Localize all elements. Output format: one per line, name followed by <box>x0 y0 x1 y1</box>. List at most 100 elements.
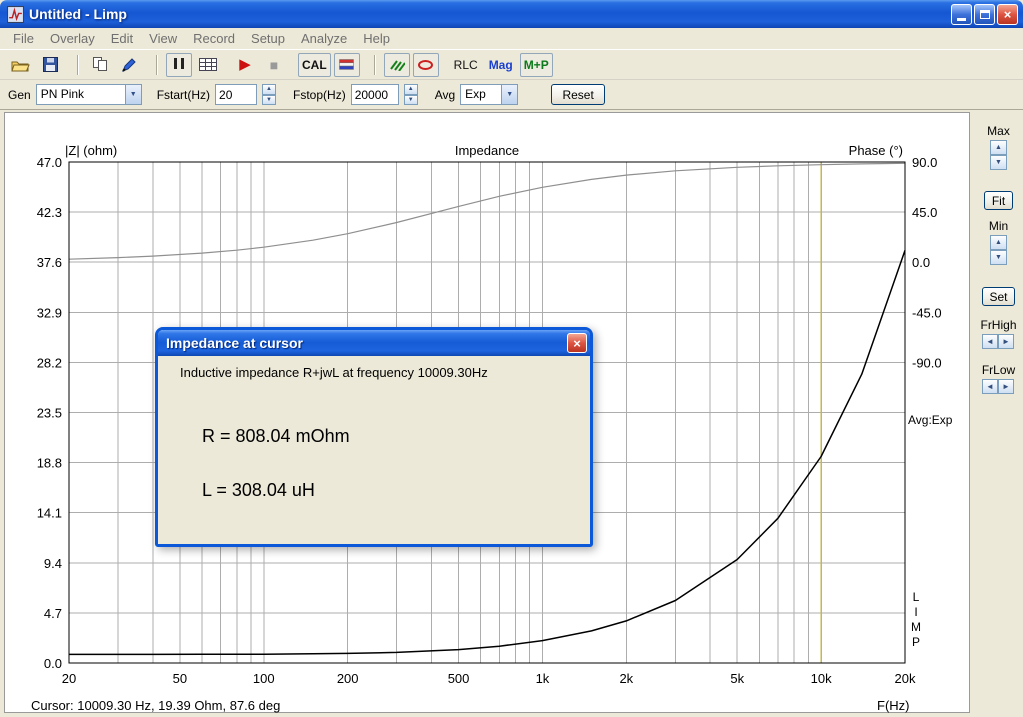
red-oval-icon <box>418 59 434 70</box>
impedance-at-cursor-dialog[interactable]: Impedance at cursor × Inductive impedanc… <box>155 327 593 547</box>
fstart-down-button[interactable]: ▼ <box>262 94 277 105</box>
flag-button[interactable] <box>333 52 360 77</box>
chevron-down-icon[interactable]: ▼ <box>124 85 141 104</box>
svg-text:23.5: 23.5 <box>37 406 62 421</box>
svg-text:9.4: 9.4 <box>44 556 62 571</box>
fstop-input[interactable] <box>350 84 399 105</box>
svg-text:14.1: 14.1 <box>37 506 62 521</box>
table-button[interactable] <box>195 53 221 77</box>
reset-button[interactable]: Reset <box>551 84 606 105</box>
right-arrow-icon: ► <box>1002 337 1010 346</box>
svg-text:0.0: 0.0 <box>44 656 62 671</box>
stop-button[interactable]: ■ <box>261 53 287 77</box>
avg-select[interactable]: Exp ▼ <box>460 84 519 105</box>
frlow-left-button[interactable]: ◄ <box>982 379 998 394</box>
svg-text:20k: 20k <box>895 671 916 686</box>
max-down-button[interactable]: ▼ <box>990 155 1007 170</box>
fstart-input[interactable] <box>215 84 258 105</box>
svg-text:42.3: 42.3 <box>37 205 62 220</box>
close-button[interactable]: × <box>997 3 1018 25</box>
svg-text:20: 20 <box>62 671 76 686</box>
down-arrow-icon: ▼ <box>995 254 1002 261</box>
pause-button[interactable] <box>166 52 192 77</box>
min-down-button[interactable]: ▼ <box>990 250 1007 265</box>
generator-value: PN Pink <box>40 87 85 101</box>
svg-text:100: 100 <box>253 671 275 686</box>
fstart-up-button[interactable]: ▲ <box>262 84 277 95</box>
min-label: Min <box>988 219 1009 233</box>
toolbar: ▶ ■ CAL RLC Mag M+P <box>0 49 1023 80</box>
down-arrow-icon: ▼ <box>266 96 272 103</box>
fstop-up-button[interactable]: ▲ <box>403 84 418 95</box>
menu-setup[interactable]: Setup <box>243 29 293 48</box>
toolbar-separator <box>373 54 376 75</box>
title-bar[interactable]: Untitled - Limp × <box>0 0 1023 28</box>
maximize-icon <box>979 9 990 19</box>
open-button[interactable] <box>7 53 34 77</box>
svg-text:37.6: 37.6 <box>37 255 62 270</box>
fit-button[interactable]: Fit <box>984 191 1013 210</box>
cal-button[interactable]: CAL <box>298 52 331 77</box>
menu-view[interactable]: View <box>141 29 185 48</box>
menu-analyze[interactable]: Analyze <box>293 29 355 48</box>
save-button[interactable] <box>37 53 63 77</box>
oval-button[interactable] <box>412 52 439 77</box>
svg-text:10k: 10k <box>811 671 832 686</box>
min-up-button[interactable]: ▲ <box>990 235 1007 250</box>
play-icon: ▶ <box>239 56 251 73</box>
avg-label: Avg <box>434 87 456 102</box>
maximize-button[interactable] <box>974 3 995 25</box>
dialog-close-button[interactable]: × <box>567 333 587 353</box>
frhigh-label: FrHigh <box>980 318 1017 332</box>
mag-label: Mag <box>488 57 513 72</box>
copy-icon <box>93 57 107 71</box>
menu-record[interactable]: Record <box>185 29 243 48</box>
left-arrow-icon: ◄ <box>986 382 994 391</box>
mp-button[interactable]: M+P <box>519 52 553 77</box>
max-label: Max <box>987 124 1010 138</box>
close-icon: × <box>1003 6 1012 22</box>
svg-text:90.0: 90.0 <box>912 155 937 170</box>
copy-button[interactable] <box>87 53 113 77</box>
menu-overlay[interactable]: Overlay <box>42 29 103 48</box>
fstop-down-button[interactable]: ▼ <box>403 94 418 105</box>
mp-label: M+P <box>523 57 549 72</box>
spectrum-button[interactable] <box>383 52 410 77</box>
set-button[interactable]: Set <box>982 287 1015 306</box>
mag-button[interactable]: Mag <box>485 53 517 77</box>
minimize-icon <box>957 17 966 21</box>
svg-text:1k: 1k <box>536 671 550 686</box>
menu-edit[interactable]: Edit <box>103 29 141 48</box>
chart-title: Impedance <box>454 143 520 158</box>
generator-select[interactable]: PN Pink ▼ <box>35 84 142 105</box>
svg-text:5k: 5k <box>730 671 744 686</box>
start-button[interactable]: ▶ <box>232 53 258 77</box>
frlow-label: FrLow <box>981 363 1016 377</box>
svg-text:4.7: 4.7 <box>44 606 62 621</box>
down-arrow-icon: ▼ <box>995 159 1002 166</box>
dialog-title-bar[interactable]: Impedance at cursor × <box>158 330 590 356</box>
max-up-button[interactable]: ▲ <box>990 140 1007 155</box>
down-arrow-icon: ▼ <box>407 96 414 103</box>
resistance-value: R = 808.04 mOhm <box>202 426 350 446</box>
menu-file[interactable]: File <box>5 29 42 48</box>
frlow-right-button[interactable]: ► <box>998 379 1014 394</box>
stop-icon: ■ <box>269 56 279 73</box>
svg-text:500: 500 <box>448 671 470 686</box>
frhigh-right-button[interactable]: ► <box>998 334 1014 349</box>
frhigh-left-button[interactable]: ◄ <box>982 334 998 349</box>
right-arrow-icon: ► <box>1002 382 1010 391</box>
dialog-content: Inductive impedance R+jwL at frequency 1… <box>158 356 590 544</box>
rlc-button[interactable]: RLC <box>450 53 482 77</box>
svg-text:200: 200 <box>337 671 359 686</box>
minimize-button[interactable] <box>951 3 972 25</box>
frhigh-spinner: ◄ ► <box>982 334 1014 349</box>
toolbar-separator <box>77 54 79 75</box>
cursor-status: Cursor: 10009.30 Hz, 19.39 Ohm, 87.6 deg <box>31 698 281 713</box>
side-panel: Max ▲ ▼ Fit Min ▲ ▼ Set FrHigh ◄ ► FrLow… <box>974 112 1023 713</box>
min-spinner: ▲ ▼ <box>990 235 1007 265</box>
up-arrow-icon: ▲ <box>995 239 1002 246</box>
edit-pen-button[interactable] <box>116 53 142 77</box>
chevron-down-icon[interactable]: ▼ <box>501 85 518 104</box>
menu-help[interactable]: Help <box>355 29 398 48</box>
